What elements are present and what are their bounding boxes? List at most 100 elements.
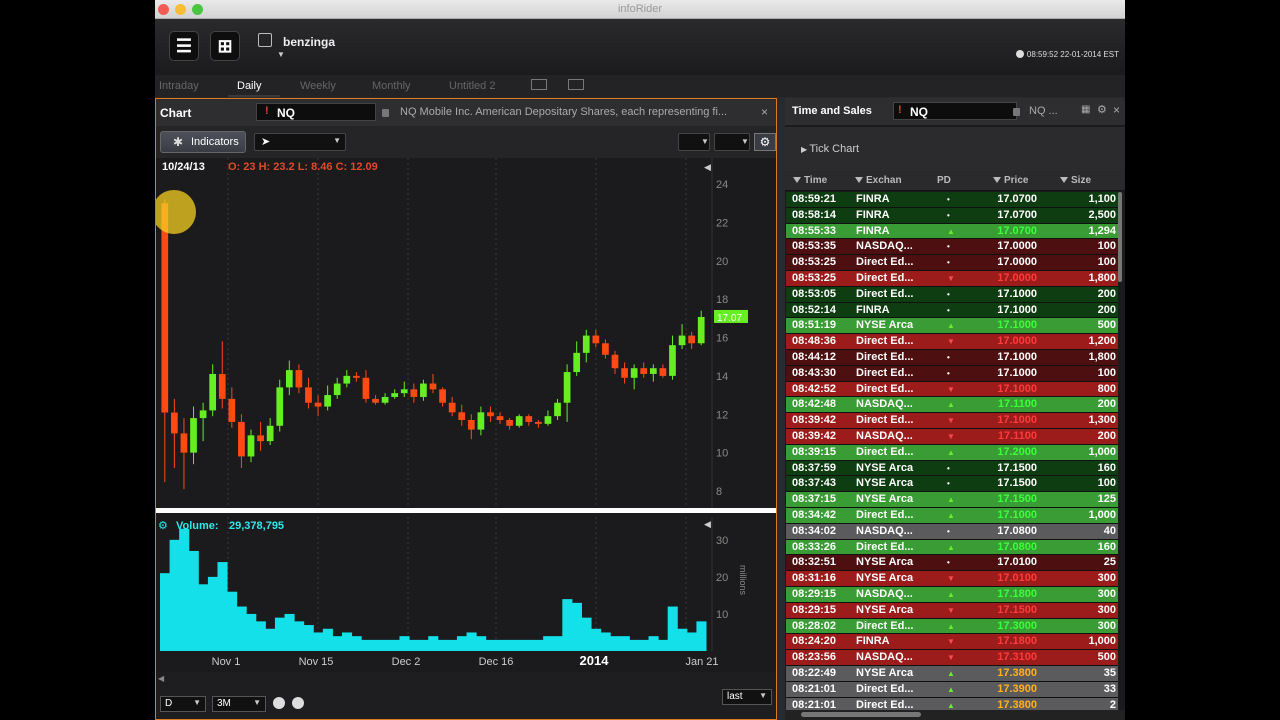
chart-settings-gear-icon[interactable]: ⚙: [754, 133, 776, 151]
collapse-arrow-icon[interactable]: ◀: [704, 162, 711, 172]
lock-icon[interactable]: [1013, 108, 1020, 116]
tab-intraday[interactable]: Intraday: [159, 80, 199, 92]
ts-row[interactable]: 08:22:49 NYSE Arca ▲ 17.3800 35: [786, 665, 1118, 682]
panel-divider[interactable]: [156, 508, 776, 513]
ts-row[interactable]: 08:29:15 NYSE Arca ▼ 17.1500 300: [786, 602, 1118, 619]
indicators-button[interactable]: ✱ Indicators: [160, 131, 246, 153]
layout-grid-icon[interactable]: [531, 79, 547, 90]
range-select[interactable]: 3M ▼: [212, 696, 266, 712]
ts-row[interactable]: 08:44:12 Direct Ed... • 17.1000 1,800: [786, 349, 1118, 366]
cursor-tool-select[interactable]: ➤ ▼: [254, 133, 346, 151]
ts-row[interactable]: 08:43:30 Direct Ed... • 17.1000 100: [786, 365, 1118, 382]
ts-time: 08:39:42: [792, 429, 837, 442]
ts-row[interactable]: 08:28:02 Direct Ed... ▲ 17.3000 300: [786, 618, 1118, 635]
ts-row[interactable]: 08:39:15 Direct Ed... ▲ 17.2000 1,000: [786, 444, 1118, 461]
ts-row[interactable]: 08:33:26 Direct Ed... ▲ 17.0800 160: [786, 539, 1118, 556]
ts-row[interactable]: 08:51:19 NYSE Arca ▲ 17.1000 500: [786, 318, 1118, 335]
period-select[interactable]: D ▼: [160, 696, 206, 712]
ts-row[interactable]: 08:39:42 Direct Ed... ▼ 17.1000 1,300: [786, 413, 1118, 429]
ts-row[interactable]: 08:53:25 Direct Ed... • 17.0000 100: [786, 255, 1118, 271]
ts-row[interactable]: 08:21:01 Direct Ed... ▲ 17.3900 33: [786, 681, 1118, 698]
candle-body: [247, 435, 255, 457]
col-pd[interactable]: PD: [937, 175, 951, 186]
ts-row[interactable]: 08:59:21 FINRA • 17.0700 1,100: [786, 192, 1118, 208]
ts-price: 17.1100: [997, 429, 1037, 442]
volume-gear-icon[interactable]: ⚙: [158, 520, 168, 532]
col-exchange[interactable]: Exchan: [855, 175, 902, 186]
tick-chart-label[interactable]: ▶ Tick Chart: [801, 143, 859, 155]
volume-chart[interactable]: 30 20 10 ⚙ Volume: 29,378,795 ◀ millions: [156, 517, 776, 653]
ts-row[interactable]: 08:31:16 NYSE Arca ▼ 17.0100 300: [786, 571, 1118, 587]
volume-bar: [466, 632, 477, 651]
scroll-left-icon[interactable]: ◀: [158, 674, 164, 683]
ts-time: 08:39:15: [792, 445, 837, 458]
ts-row[interactable]: 08:52:14 FINRA • 17.1000 200: [786, 302, 1118, 319]
ts-exchange: NYSE Arca: [856, 666, 914, 679]
ts-pd: ▲: [947, 684, 955, 694]
ts-row[interactable]: 08:53:35 NASDAQ... • 17.0000 100: [786, 239, 1118, 256]
ts-row[interactable]: 08:37:15 NYSE Arca ▲ 17.1500 125: [786, 492, 1118, 508]
ts-row[interactable]: 08:34:02 NASDAQ... • 17.0800 40: [786, 523, 1118, 540]
col-time[interactable]: Time: [793, 175, 827, 186]
gear-icon[interactable]: ⚙: [1097, 103, 1107, 116]
tab-weekly[interactable]: Weekly: [300, 80, 336, 92]
ts-title: Time and Sales: [792, 105, 872, 117]
ts-vertical-scrollbar[interactable]: [1118, 192, 1122, 282]
ts-row[interactable]: 08:53:05 Direct Ed... • 17.1000 200: [786, 286, 1118, 303]
ts-row[interactable]: 08:42:52 Direct Ed... ▼ 17.1000 800: [786, 381, 1118, 398]
ts-row[interactable]: 08:37:43 NYSE Arca • 17.1500 100: [786, 476, 1118, 493]
volume-label: Volume:: [176, 520, 219, 532]
volume-bar: [332, 636, 343, 651]
ts-symbol-input[interactable]: ! NQ: [893, 102, 1017, 120]
ts-row[interactable]: 08:55:33 FINRA ▲ 17.0700 1,294: [786, 223, 1118, 240]
ts-size: 1,000: [1088, 635, 1116, 648]
clock-text: 08:59:52 22-01-2014 EST: [1026, 50, 1119, 59]
menu-button[interactable]: ☰: [169, 31, 199, 61]
ts-row[interactable]: 08:48:36 Direct Ed... ▼ 17.0000 1,200: [786, 334, 1118, 350]
ts-row[interactable]: 08:34:42 Direct Ed... ▲ 17.1000 1,000: [786, 507, 1118, 524]
volume-bar: [552, 636, 563, 651]
volume-bar: [236, 606, 247, 651]
tab-daily[interactable]: Daily: [237, 80, 261, 92]
lock-icon[interactable]: [382, 109, 389, 117]
close-icon[interactable]: ×: [1113, 103, 1120, 117]
tab-untitled-2[interactable]: Untitled 2: [449, 80, 495, 92]
brand-name[interactable]: benzinga: [283, 35, 335, 49]
ts-row[interactable]: 08:58:14 FINRA • 17.0700 2,500: [786, 207, 1118, 224]
candle-body: [410, 389, 418, 397]
close-chart-icon[interactable]: ×: [761, 105, 768, 119]
filter-icon: [793, 177, 801, 183]
ts-row[interactable]: 08:39:42 NASDAQ... ▼ 17.1100 200: [786, 428, 1118, 445]
chart-type-select[interactable]: ▼: [714, 133, 750, 151]
ts-row[interactable]: 08:24:20 FINRA ▼ 17.1800 1,000: [786, 634, 1118, 651]
col-size[interactable]: Size: [1060, 175, 1091, 186]
ts-row[interactable]: 08:32:51 NYSE Arca • 17.0100 25: [786, 555, 1118, 572]
price-mode-select[interactable]: last ▼: [722, 689, 772, 705]
tab-monthly[interactable]: Monthly: [372, 80, 411, 92]
new-window-button[interactable]: ⊞: [210, 31, 240, 61]
volume-bar: [160, 573, 171, 651]
ts-row[interactable]: 08:42:48 NASDAQ... ▲ 17.1100 200: [786, 397, 1118, 414]
price-chart[interactable]: 24 22 20 18 16 14 12 10 8 10/24/13 O: 23 H: 23.2…: [156, 158, 776, 513]
scroll-thumb[interactable]: [801, 712, 921, 717]
zoom-in-icon[interactable]: [292, 697, 304, 709]
ts-row[interactable]: 08:23:56 NASDAQ... ▼ 17.3100 500: [786, 650, 1118, 666]
grid-icon[interactable]: ▦: [1081, 104, 1090, 115]
col-price[interactable]: Price: [993, 175, 1028, 186]
zoom-out-icon[interactable]: [273, 697, 285, 709]
volume-bar: [265, 628, 276, 651]
layout-split-icon[interactable]: [568, 79, 584, 90]
ts-row[interactable]: 08:53:25 Direct Ed... ▼ 17.0000 1,800: [786, 270, 1118, 287]
brand-dropdown-caret-icon[interactable]: ▼: [277, 50, 285, 59]
ts-horizontal-scrollbar[interactable]: [785, 710, 1125, 720]
candle-body: [238, 421, 245, 457]
candle-body: [257, 435, 264, 442]
ts-time: 08:33:26: [792, 540, 837, 553]
ts-row[interactable]: 08:29:15 NASDAQ... ▲ 17.1800 300: [786, 586, 1118, 603]
collapse-arrow-icon[interactable]: ◀: [704, 519, 711, 529]
tick-chart-section[interactable]: ▶ Tick Chart: [785, 127, 1125, 171]
chart-symbol-input[interactable]: ! NQ: [256, 103, 376, 121]
ts-pd: •: [947, 195, 950, 204]
ts-row[interactable]: 08:37:59 NYSE Arca • 17.1500 160: [786, 460, 1118, 477]
drawing-tool-select[interactable]: ▼: [678, 133, 710, 151]
